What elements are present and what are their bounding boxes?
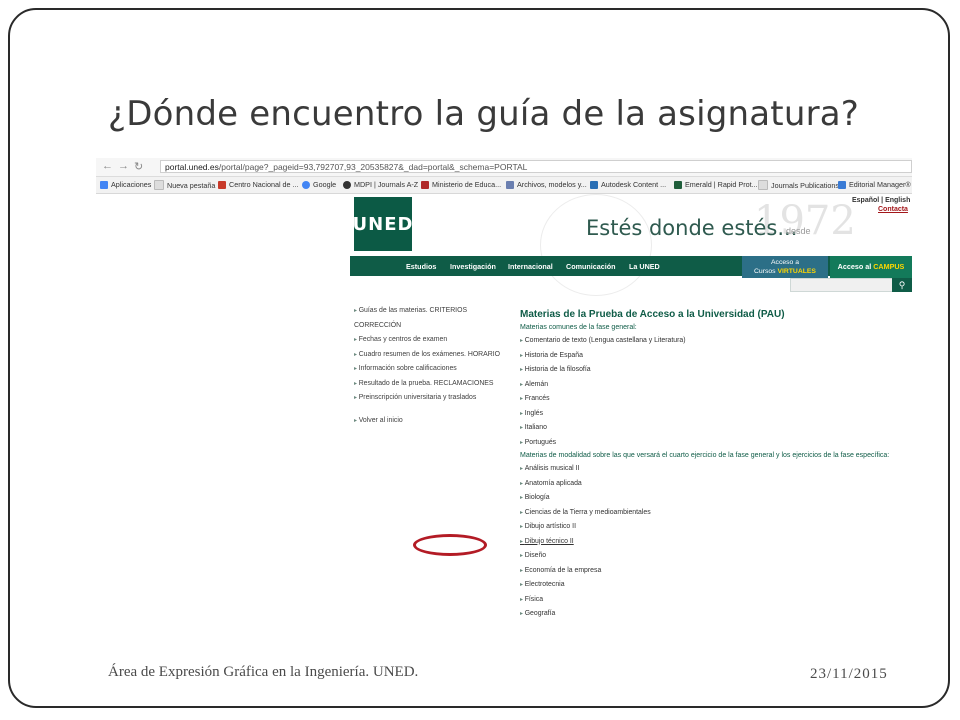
left-menu-item[interactable]: Fechas y centros de examen — [354, 333, 500, 348]
gear-icon — [506, 180, 514, 189]
nav-internacional[interactable]: Internacional — [508, 262, 553, 271]
reload-icon[interactable]: ↻ — [134, 160, 143, 173]
content-title: Materias de la Prueba de Acceso a la Uni… — [520, 309, 785, 320]
bookmark-item[interactable]: Centro Nacional de ... — [218, 180, 299, 189]
subject-link[interactable]: Dibujo artístico II — [520, 520, 910, 535]
subject-link[interactable]: Ciencias de la Tierra y medioambientales — [520, 506, 910, 521]
left-menu-item[interactable]: Resultado de la prueba. RECLAMACIONES — [354, 377, 500, 392]
bookmark-item[interactable]: Ministerio de Educa... — [421, 180, 501, 189]
left-menu-item[interactable]: Cuadro resumen de los exámenes. HORARIO — [354, 348, 500, 363]
subject-link[interactable]: Diseño — [520, 549, 910, 564]
nav-la-uned[interactable]: La UNED — [629, 262, 660, 271]
editorial-icon — [838, 180, 846, 189]
subject-link[interactable]: Física — [520, 593, 910, 608]
left-menu: Guías de las materias. CRITERIOS CORRECC… — [354, 304, 500, 428]
bookmark-item[interactable]: Editorial Manager® — [838, 180, 911, 189]
ministry-icon — [421, 180, 429, 189]
back-arrow-icon[interactable]: ← — [102, 160, 113, 172]
subject-link[interactable]: Portugués — [520, 436, 910, 451]
bookmark-item[interactable]: Journals Publications — [758, 180, 839, 190]
subject-link[interactable]: Comentario de texto (Lengua castellana y… — [520, 334, 910, 349]
google-icon — [302, 180, 310, 189]
apps-grid-icon — [100, 180, 108, 189]
emerald-icon — [674, 180, 682, 189]
bookmark-item[interactable]: Google — [302, 180, 336, 189]
footer-date: 23/11/2015 — [810, 666, 888, 682]
bookmark-item[interactable]: MDPI | Journals A-Z — [343, 180, 418, 189]
subject-link[interactable]: Biología — [520, 491, 910, 506]
campus-access-button[interactable]: Acceso al CAMPUS — [830, 256, 912, 278]
nav-investigacion[interactable]: Investigación — [450, 262, 496, 271]
subject-link[interactable]: Francés — [520, 392, 910, 407]
uned-logo[interactable]: UNED — [353, 197, 412, 251]
left-menu-item[interactable]: Preinscripción universitaria y traslados — [354, 391, 500, 406]
bookmark-item[interactable]: Autodesk Content ... — [590, 180, 666, 189]
bookmark-item[interactable]: Emerald | Rapid Prot... — [674, 180, 758, 189]
back-to-home-link[interactable]: Volver al inicio — [354, 414, 500, 429]
bookmark-item[interactable]: Archivos, modelos y... — [506, 180, 587, 189]
common-subjects-heading: Materias comunes de la fase general: — [520, 324, 637, 331]
subject-link[interactable]: Italiano — [520, 421, 910, 436]
subject-link[interactable]: Análisis musical II — [520, 462, 910, 477]
language-switch[interactable]: Español | English — [852, 197, 910, 204]
url-field[interactable]: portal.uned.es/portal/page?_pageid=93,79… — [160, 160, 912, 173]
uned-page: 1972 UNED Estés donde estés... desde Esp… — [350, 194, 912, 628]
left-menu-item[interactable]: Información sobre calificaciones — [354, 362, 500, 377]
dibujo-tecnico-link[interactable]: Dibujo técnico II — [520, 535, 910, 550]
forward-arrow-icon[interactable]: → — [118, 160, 129, 172]
subject-link[interactable]: Economía de la empresa — [520, 564, 910, 579]
nav-estudios[interactable]: Estudios — [406, 262, 436, 271]
subject-link[interactable]: Inglés — [520, 407, 910, 422]
mdpi-icon — [343, 180, 351, 189]
subject-link[interactable]: Alemán — [520, 378, 910, 393]
contact-link[interactable]: Contacta — [878, 206, 908, 213]
search-icon[interactable]: ⚲ — [892, 278, 912, 292]
subject-link[interactable]: Historia de la filosofía — [520, 363, 910, 378]
modality-subjects-heading: Materias de modalidad sobre las que vers… — [520, 452, 890, 459]
subject-link[interactable]: Historia de España — [520, 349, 910, 364]
slide-title: ¿Dónde encuentro la guía de la asignatur… — [108, 94, 860, 134]
seal-watermark — [540, 194, 652, 296]
bookmarks-bar: Aplicaciones Nueva pestaña Centro Nacion… — [96, 177, 912, 194]
address-bar: ← → ↻ portal.uned.es/portal/page?_pageid… — [96, 158, 912, 177]
autodesk-icon — [590, 180, 598, 189]
nav-comunicacion[interactable]: Comunicación — [566, 262, 616, 271]
site-tagline: Estés donde estés... — [586, 216, 798, 240]
page-icon — [154, 180, 164, 190]
subject-link[interactable]: Electrotecnia — [520, 578, 910, 593]
browser-screenshot: ← → ↻ portal.uned.es/portal/page?_pageid… — [96, 158, 912, 628]
url-host: portal.uned.es — [165, 162, 219, 172]
virtual-courses-button[interactable]: Acceso a Cursos VIRTUALES — [742, 256, 828, 278]
desde-label: desde — [786, 226, 811, 236]
subject-link[interactable]: Anatomía aplicada — [520, 477, 910, 492]
subjects-content: Materias de la Prueba de Acceso a la Uni… — [520, 308, 910, 622]
subject-link[interactable]: Geografía — [520, 607, 910, 622]
url-path: /portal/page?_pageid=93,792707,93_205358… — [218, 162, 528, 172]
favicon-icon — [218, 180, 226, 189]
footer-department: Área de Expresión Gráfica en la Ingenier… — [108, 664, 419, 680]
access-line2: Cursos VIRTUALES — [754, 268, 816, 275]
access-line1: Acceso a — [771, 259, 799, 266]
bookmark-item[interactable]: Nueva pestaña — [154, 180, 215, 190]
highlight-circle — [413, 534, 487, 556]
page-icon — [758, 180, 768, 190]
bookmark-item[interactable]: Aplicaciones — [100, 180, 151, 189]
left-menu-item[interactable]: Guías de las materias. CRITERIOS CORRECC… — [354, 304, 500, 333]
